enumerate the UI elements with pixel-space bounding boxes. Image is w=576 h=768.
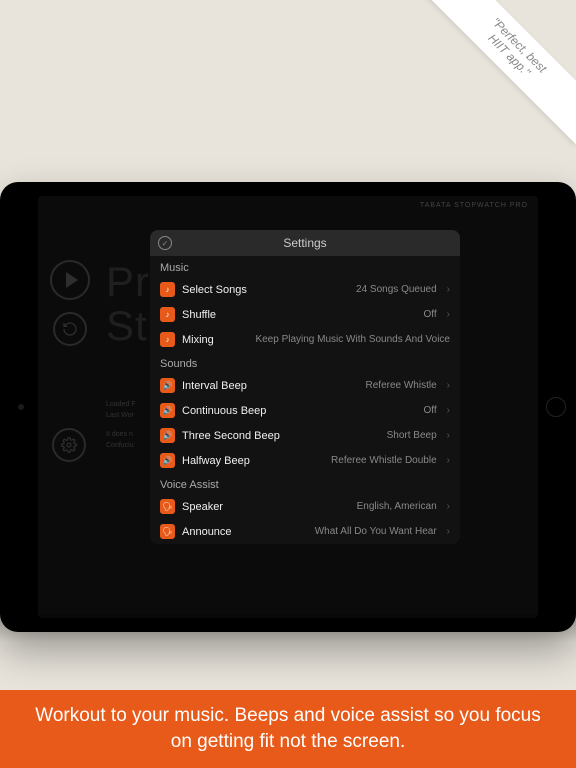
row-value: What All Do You Want Hear [315,526,437,537]
row-icon: 🔊 [160,403,175,418]
row-label: Three Second Beep [182,430,280,442]
row-icon: 🔊 [160,428,175,443]
row-icon: 🔊 [160,453,175,468]
settings-row[interactable]: ♪ Select Songs 24 Songs Queued › [150,277,460,302]
chevron-right-icon: › [447,526,450,537]
left-controls [50,260,90,346]
settings-row[interactable]: 🔊 Interval Beep Referee Whistle › [150,373,460,398]
settings-row[interactable]: ♪ Mixing Keep Playing Music With Sounds An… [150,327,460,352]
row-value: Off [424,309,437,320]
row-icon: ♪ [160,282,175,297]
row-value: Off [424,405,437,416]
chevron-right-icon: › [447,380,450,391]
row-icon: 🗣 [160,499,175,514]
chevron-right-icon: › [447,455,450,466]
screen: TABATA STOPWATCH PRO PrSt Loaded FLast W… [38,196,538,618]
row-value: Referee Whistle Double [331,455,437,466]
row-label: Select Songs [182,284,247,296]
done-button[interactable]: ✓ [158,236,172,250]
row-value: Short Beep [387,430,437,441]
settings-row[interactable]: 🔊 Halfway Beep Referee Whistle Double › [150,448,460,473]
row-value: 24 Songs Queued [356,284,437,295]
app-header-text: TABATA STOPWATCH PRO [420,202,528,209]
settings-row[interactable]: 🔊 Continuous Beep Off › [150,398,460,423]
subtext-1: Loaded FLast Wor [106,400,136,421]
marketing-caption: Workout to your music. Beeps and voice a… [0,690,576,768]
row-value: Keep Playing Music With Sounds And Voice [255,334,450,345]
row-icon: ♪ [160,307,175,322]
chevron-right-icon: › [447,284,450,295]
row-icon: 🔊 [160,378,175,393]
ribbon-text: "Perfect, bestHIIT app." [420,0,576,144]
row-value: English, American [357,501,437,512]
settings-row[interactable]: ♪ Shuffle Off › [150,302,460,327]
gear-icon [61,437,77,453]
section-header: Voice Assist [150,473,460,494]
reset-button[interactable] [53,312,87,346]
panel-title: Settings [150,236,460,250]
chevron-right-icon: › [447,501,450,512]
chevron-right-icon: › [447,430,450,441]
table-shadow [0,614,576,642]
row-icon: ♪ [160,332,175,347]
settings-button[interactable] [52,428,86,462]
row-label: Halfway Beep [182,455,250,467]
chevron-right-icon: › [447,405,450,416]
panel-header: ✓ Settings [150,230,460,256]
promo-ribbon: "Perfect, bestHIIT app." [396,0,576,180]
settings-panel: ✓ Settings Music ♪ Select Songs 24 Songs Qu… [150,230,460,544]
chevron-right-icon: › [447,309,450,320]
row-label: Speaker [182,501,223,513]
play-icon [66,272,78,288]
settings-row[interactable]: 🗣 Announce What All Do You Want Hear › [150,519,460,544]
settings-row[interactable]: 🗣 Speaker English, American › [150,494,460,519]
reset-icon [62,321,78,337]
row-label: Interval Beep [182,380,247,392]
camera-dot [18,404,24,410]
row-label: Continuous Beep [182,405,266,417]
background-title: PrSt [106,260,150,348]
tablet-frame: TABATA STOPWATCH PRO PrSt Loaded FLast W… [0,182,576,632]
section-header: Music [150,256,460,277]
subtext-2: It does nConfuciu [106,430,134,451]
row-label: Mixing [182,334,214,346]
section-header: Sounds [150,352,460,373]
settings-row[interactable]: 🔊 Three Second Beep Short Beep › [150,423,460,448]
play-button[interactable] [50,260,90,300]
row-value: Referee Whistle [366,380,437,391]
row-icon: 🗣 [160,524,175,539]
panel-body: Music ♪ Select Songs 24 Songs Queued › ♪ Shuff… [150,256,460,544]
row-label: Announce [182,526,232,538]
row-label: Shuffle [182,309,216,321]
home-button[interactable] [546,397,566,417]
